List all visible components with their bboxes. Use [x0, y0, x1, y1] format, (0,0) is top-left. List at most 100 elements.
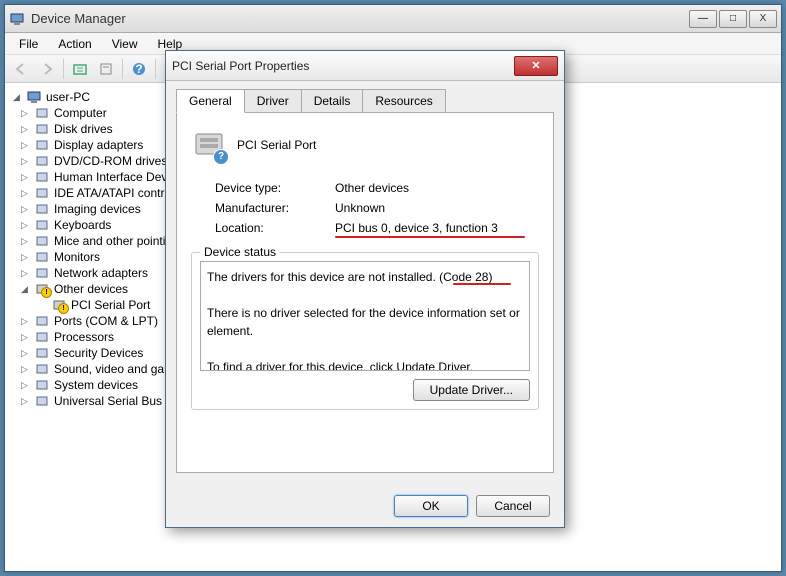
- properties-dialog: PCI Serial Port Properties ✕ General Dri…: [165, 50, 565, 528]
- collapse-icon[interactable]: ◢: [19, 284, 30, 295]
- expand-icon[interactable]: ▷: [19, 252, 30, 263]
- device-category-icon: [34, 234, 50, 248]
- device-category-icon: [34, 202, 50, 216]
- device-manager-icon: [9, 11, 25, 27]
- tab-driver[interactable]: Driver: [244, 89, 302, 112]
- device-category-icon: [34, 346, 50, 360]
- tree-node-label: Processors: [54, 330, 114, 344]
- status-text-1: The drivers for this device are not inst…: [207, 270, 492, 284]
- update-driver-button[interactable]: Update Driver...: [413, 379, 530, 401]
- manufacturer-value: Unknown: [335, 201, 539, 215]
- window-title: Device Manager: [31, 11, 689, 26]
- expand-icon[interactable]: ▷: [19, 236, 30, 247]
- tree-node-label: Security Devices: [54, 346, 143, 360]
- tab-content-general: PCI Serial Port Device type: Other devic…: [176, 113, 554, 473]
- expand-icon[interactable]: ▷: [19, 316, 30, 327]
- device-category-icon: [34, 362, 50, 376]
- dialog-title: PCI Serial Port Properties: [172, 59, 514, 73]
- manufacturer-label: Manufacturer:: [215, 201, 335, 215]
- window-controls: — □ X: [689, 10, 777, 28]
- expand-icon[interactable]: ▷: [19, 108, 30, 119]
- separator: [122, 59, 123, 79]
- tab-strip: General Driver Details Resources: [176, 89, 554, 113]
- tree-node-label: Other devices: [54, 282, 128, 296]
- titlebar[interactable]: Device Manager — □ X: [5, 5, 781, 33]
- expand-icon[interactable]: ▷: [19, 172, 30, 183]
- highlight-underline-icon: [335, 236, 525, 238]
- maximize-button[interactable]: □: [719, 10, 747, 28]
- device-category-icon: [34, 266, 50, 280]
- expand-icon[interactable]: ▷: [19, 204, 30, 215]
- menu-file[interactable]: File: [9, 35, 48, 53]
- expand-icon[interactable]: ▷: [19, 332, 30, 343]
- tree-node-label: System devices: [54, 378, 138, 392]
- tree-node-label: Network adapters: [54, 266, 148, 280]
- close-button[interactable]: X: [749, 10, 777, 28]
- expand-icon[interactable]: ▷: [19, 140, 30, 151]
- status-line-1: The drivers for this device are not inst…: [207, 268, 523, 286]
- expand-icon[interactable]: ▷: [19, 124, 30, 135]
- separator: [155, 59, 156, 79]
- device-type-label: Device type:: [215, 181, 335, 195]
- device-name: PCI Serial Port: [237, 138, 316, 152]
- minimize-button[interactable]: —: [689, 10, 717, 28]
- dialog-close-button[interactable]: ✕: [514, 56, 558, 76]
- tree-node-label: Keyboards: [54, 218, 111, 232]
- expand-icon[interactable]: ▷: [19, 220, 30, 231]
- properties-button[interactable]: [94, 58, 118, 80]
- tree-node-label: Disk drives: [54, 122, 113, 136]
- device-category-icon: [34, 106, 50, 120]
- status-line-3: To find a driver for this device, click …: [207, 358, 523, 371]
- tree-node-label: Computer: [54, 106, 107, 120]
- tree-node-label: Imaging devices: [54, 202, 141, 216]
- highlight-underline-icon: [453, 283, 511, 285]
- location-text: PCI bus 0, device 3, function 3: [335, 221, 498, 235]
- device-status-textbox[interactable]: The drivers for this device are not inst…: [200, 261, 530, 371]
- separator: [63, 59, 64, 79]
- location-label: Location:: [215, 221, 335, 238]
- help-button[interactable]: ?: [127, 58, 151, 80]
- status-line-2: There is no driver selected for the devi…: [207, 304, 523, 340]
- show-hidden-button[interactable]: [68, 58, 92, 80]
- tab-details[interactable]: Details: [301, 89, 364, 112]
- device-category-icon: [34, 314, 50, 328]
- expand-icon[interactable]: ▷: [19, 380, 30, 391]
- device-category-icon: [34, 218, 50, 232]
- expand-icon[interactable]: ▷: [19, 268, 30, 279]
- status-legend: Device status: [200, 245, 280, 259]
- device-warning-icon: [51, 298, 67, 312]
- tree-node-label: PCI Serial Port: [71, 298, 150, 312]
- dialog-footer: OK Cancel: [394, 495, 550, 517]
- tab-resources[interactable]: Resources: [362, 89, 445, 112]
- tree-node-label: Monitors: [54, 250, 100, 264]
- tree-node-label: Ports (COM & LPT): [54, 314, 158, 328]
- ok-button[interactable]: OK: [394, 495, 468, 517]
- device-category-icon: [34, 154, 50, 168]
- forward-button: [35, 58, 59, 80]
- expand-icon[interactable]: ▷: [19, 188, 30, 199]
- device-category-icon: [34, 250, 50, 264]
- collapse-icon[interactable]: ◢: [11, 92, 22, 103]
- tree-node-label: DVD/CD-ROM drives: [54, 154, 167, 168]
- tab-general[interactable]: General: [176, 89, 245, 113]
- device-category-icon: [34, 138, 50, 152]
- device-category-icon: [34, 186, 50, 200]
- dialog-titlebar[interactable]: PCI Serial Port Properties ✕: [166, 51, 564, 81]
- device-category-icon: [34, 170, 50, 184]
- expand-icon[interactable]: ▷: [19, 396, 30, 407]
- svg-text:?: ?: [135, 62, 142, 76]
- device-type-value: Other devices: [335, 181, 539, 195]
- cancel-button[interactable]: Cancel: [476, 495, 550, 517]
- device-large-icon: [191, 127, 227, 163]
- expand-icon[interactable]: ▷: [19, 364, 30, 375]
- tree-root-label: user-PC: [46, 90, 90, 104]
- expand-icon[interactable]: ▷: [19, 156, 30, 167]
- device-category-icon: [34, 330, 50, 344]
- device-category-icon: [34, 394, 50, 408]
- menu-view[interactable]: View: [102, 35, 148, 53]
- tree-node-label: Display adapters: [54, 138, 143, 152]
- menu-action[interactable]: Action: [48, 35, 101, 53]
- expand-icon[interactable]: ▷: [19, 348, 30, 359]
- device-category-icon: [34, 122, 50, 136]
- other-devices-icon: [34, 282, 50, 296]
